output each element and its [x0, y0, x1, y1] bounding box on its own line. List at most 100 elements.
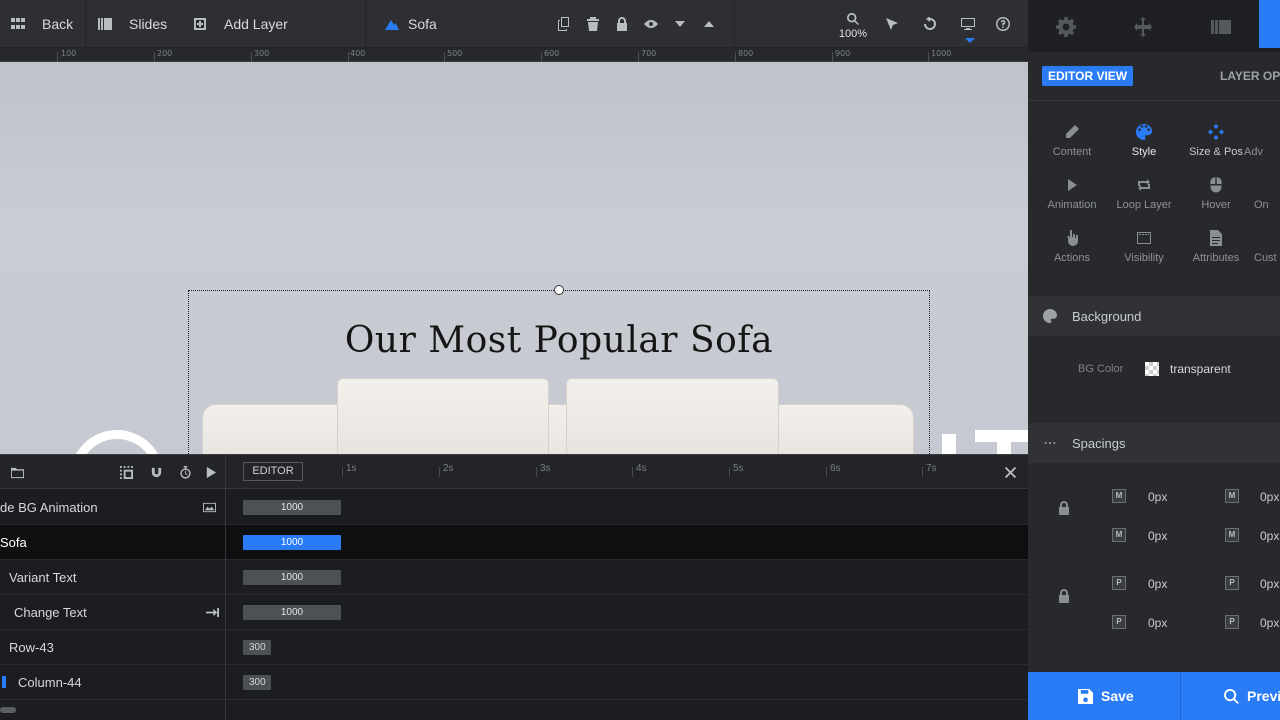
option-hover[interactable]: Hover: [1180, 175, 1252, 211]
caret-down-icon: [675, 21, 685, 27]
ruler-label: 900: [835, 49, 851, 58]
layer-selection-box[interactable]: [188, 290, 930, 454]
close-icon: [1004, 466, 1016, 478]
ruler-label: 400: [350, 49, 366, 58]
padding-lock[interactable]: [1057, 589, 1071, 603]
animation-bar[interactable]: 1000: [243, 500, 341, 515]
section-title: Background: [1072, 308, 1142, 324]
select-tool-button[interactable]: [882, 14, 902, 34]
right-settings-panel: EDITOR VIEW LAYER OP Content Style Size …: [1028, 0, 1280, 720]
eye-icon: [644, 20, 658, 28]
option-advanced[interactable]: Adv: [1244, 122, 1280, 158]
desktop-icon: [961, 18, 975, 30]
option-actions[interactable]: Actions: [1036, 228, 1108, 264]
palette-icon: [1043, 309, 1057, 323]
help-icon: [996, 17, 1010, 31]
animation-bar[interactable]: 1000: [243, 605, 341, 620]
slides-tab[interactable]: [1210, 16, 1232, 38]
active-tab-indicator[interactable]: [1259, 0, 1280, 48]
option-loop-layer[interactable]: Loop Layer: [1108, 175, 1180, 211]
margin-left-input[interactable]: 0px: [1260, 529, 1279, 543]
layers-tab[interactable]: [1132, 16, 1154, 38]
layer-selector[interactable]: Sofa: [384, 0, 437, 48]
second-label: 1s: [346, 463, 357, 474]
back-label: Back: [42, 16, 74, 32]
section-title: Spacings: [1072, 435, 1126, 451]
settings-tab[interactable]: [1055, 16, 1077, 38]
ruler-tick: [154, 52, 155, 62]
device-dropdown-arrow: [965, 38, 975, 43]
move-down-button[interactable]: [670, 14, 690, 34]
animation-bar[interactable]: 1000: [243, 570, 341, 585]
lock-icon: [1059, 501, 1069, 515]
second-label: 3s: [540, 463, 551, 474]
margin-lock[interactable]: [1057, 501, 1071, 515]
ruler-label: 100: [61, 49, 77, 58]
layer-name: Sofa: [408, 16, 437, 32]
add-layer-button[interactable]: Add Layer: [192, 0, 288, 48]
visibility-button[interactable]: [641, 14, 661, 34]
padding-left-input[interactable]: 0px: [1260, 616, 1279, 630]
timeline-panel: EDITOR 1s 2s 3s 4s 5s 6s 7s de BG Animat…: [0, 454, 1028, 720]
color-swatch[interactable]: [1145, 362, 1159, 376]
option-custom[interactable]: Cust: [1254, 228, 1280, 264]
preview-button[interactable]: Previ: [1224, 672, 1280, 720]
animation-bar[interactable]: 300: [243, 640, 271, 655]
second-label: 5s: [733, 463, 744, 474]
panel-tab-bar: [1028, 0, 1280, 52]
zoom-control[interactable]: 100%: [838, 13, 868, 40]
visibility-icon: [1137, 232, 1151, 244]
option-animation[interactable]: Animation: [1036, 175, 1108, 211]
save-button[interactable]: Save: [1078, 672, 1134, 720]
ruler-tick: [832, 52, 833, 62]
second-label: 7s: [926, 463, 937, 474]
padding-bottom-input[interactable]: 0px: [1148, 616, 1167, 630]
back-button[interactable]: Back: [10, 0, 73, 48]
padding-top-input[interactable]: 0px: [1148, 577, 1167, 591]
search-icon: [1224, 688, 1239, 704]
slides-button[interactable]: Slides: [97, 0, 167, 48]
headline-text[interactable]: Our Most Popular Sofa: [188, 320, 930, 361]
animation-bar[interactable]: 1000: [243, 535, 341, 550]
timeline-editor-tab[interactable]: EDITOR: [243, 462, 303, 481]
padding-right-tag: P: [1225, 576, 1239, 590]
second-label: 2s: [443, 463, 454, 474]
margin-right-tag: M: [1225, 489, 1239, 503]
option-label: On: [1254, 199, 1269, 211]
duplicate-button[interactable]: [554, 14, 574, 34]
editor-view-tab[interactable]: EDITOR VIEW: [1042, 66, 1134, 86]
ruler-label: 800: [738, 49, 754, 58]
slide-canvas[interactable]: Our Most Popular Sofa: [0, 62, 1028, 454]
option-attributes[interactable]: Attributes: [1180, 228, 1252, 264]
option-label: Attributes: [1192, 252, 1240, 264]
option-visibility[interactable]: Visibility: [1108, 228, 1180, 264]
background-section-header[interactable]: Background: [1028, 296, 1280, 336]
layer-options-tab[interactable]: LAYER OP: [1220, 69, 1280, 83]
move-arrows-icon: [1134, 17, 1152, 37]
hand-icon: [1067, 230, 1078, 246]
option-size-pos[interactable]: Size & Pos: [1180, 122, 1252, 158]
ruler-tick: [251, 52, 252, 62]
lock-icon: [1059, 589, 1069, 603]
margin-top-input[interactable]: 0px: [1148, 490, 1167, 504]
rotate-handle[interactable]: [554, 285, 564, 295]
option-on[interactable]: On: [1254, 175, 1280, 211]
spacings-section-header[interactable]: Spacings: [1028, 423, 1280, 463]
save-bar: Save Previ: [1028, 672, 1280, 720]
move-up-button[interactable]: [699, 14, 719, 34]
padding-right-input[interactable]: 0px: [1260, 577, 1279, 591]
animation-bar[interactable]: 300: [243, 675, 271, 690]
delete-button[interactable]: [583, 14, 603, 34]
close-timeline-button[interactable]: [1002, 464, 1018, 480]
palette-icon: [1136, 124, 1152, 140]
help-button[interactable]: [993, 14, 1013, 34]
bg-color-value[interactable]: transparent: [1170, 362, 1231, 376]
option-content[interactable]: Content: [1036, 122, 1108, 158]
timeline-layer-column: [0, 455, 226, 720]
lock-button[interactable]: [612, 14, 632, 34]
undo-button[interactable]: [920, 14, 940, 34]
option-style[interactable]: Style: [1108, 122, 1180, 158]
margin-right-input[interactable]: 0px: [1260, 490, 1279, 504]
margin-bottom-input[interactable]: 0px: [1148, 529, 1167, 543]
device-view-button[interactable]: [958, 14, 978, 34]
